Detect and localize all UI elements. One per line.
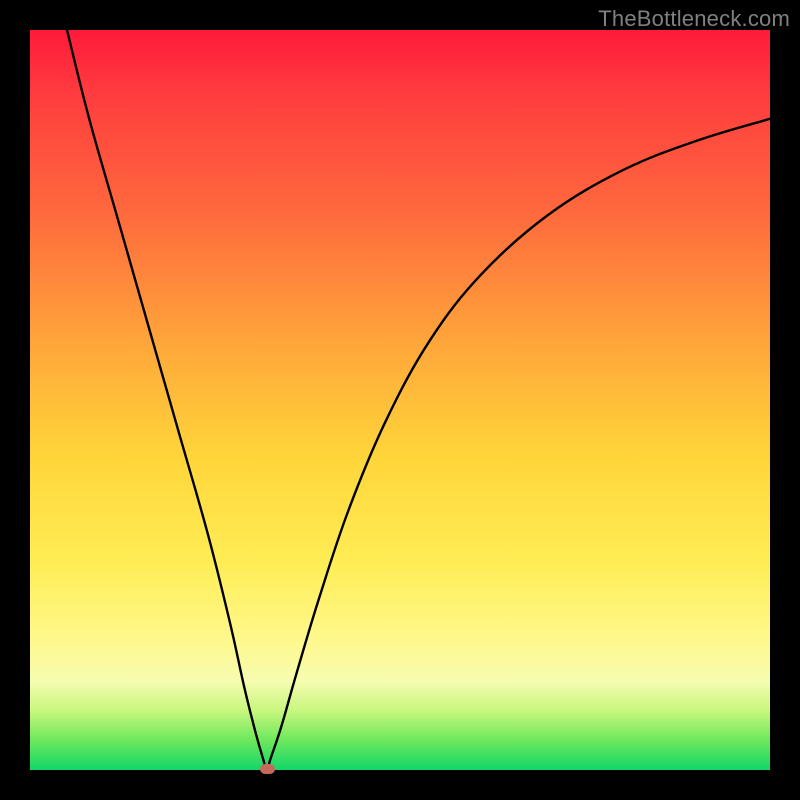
bottleneck-curve (30, 30, 770, 770)
watermark-label: TheBottleneck.com (598, 6, 790, 32)
chart-frame: TheBottleneck.com (0, 0, 800, 800)
plot-area (30, 30, 770, 770)
optimal-point-marker (260, 764, 275, 774)
